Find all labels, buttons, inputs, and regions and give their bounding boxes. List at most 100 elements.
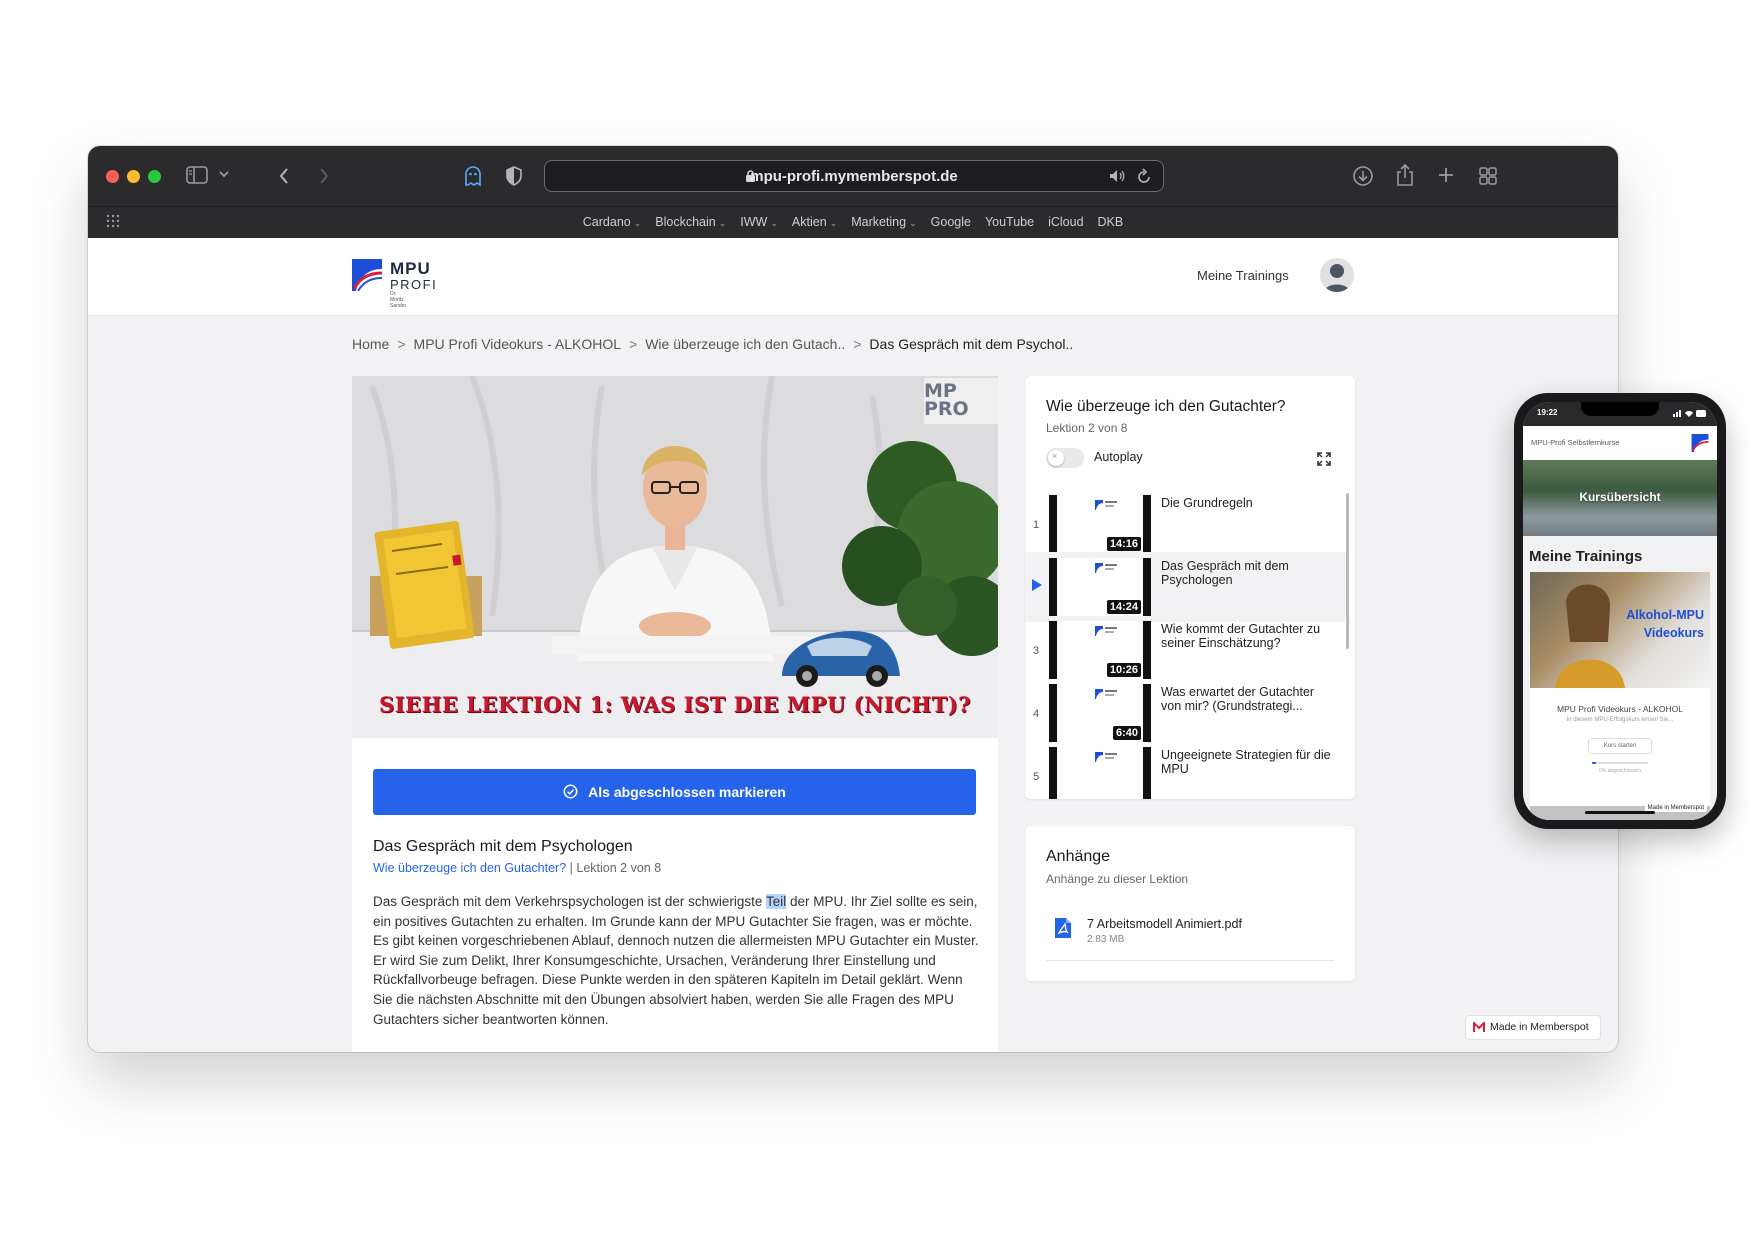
lesson-duration: 6:40	[1112, 726, 1141, 740]
bookmark-google[interactable]: Google	[931, 215, 971, 229]
bookmark-marketing[interactable]: Marketing ⌄	[851, 215, 916, 229]
lesson-thumbnail	[1049, 747, 1151, 799]
phone-course-card[interactable]: Alkohol-MPU Videokurs MPU Profi Videokurs…	[1530, 572, 1710, 820]
bookmark-icloud[interactable]: iCloud	[1048, 215, 1083, 229]
attachment-file-name[interactable]: 7 Arbeitsmodell Animiert.pdf	[1087, 917, 1242, 931]
phone-course-image: Alkohol-MPU Videokurs	[1530, 572, 1710, 688]
thumbnail-logo-icon	[1095, 626, 1117, 636]
phone-logo-icon	[1691, 434, 1709, 452]
zoom-window-button[interactable]	[148, 170, 161, 183]
lesson-item[interactable]: 14:24 Das Gespräch mit dem Psychologen	[1025, 552, 1345, 622]
bookmark-cardano[interactable]: Cardano ⌄	[583, 215, 642, 229]
breadcrumb-home[interactable]: Home	[352, 336, 389, 352]
bookmark-dkb[interactable]: DKB	[1098, 215, 1124, 229]
bookmark-iww[interactable]: IWW ⌄	[740, 215, 778, 229]
attachment-divider	[1046, 960, 1334, 961]
phone-screen: 19:22 MPU-Profi Selbstlernkurse Kursüber…	[1523, 402, 1717, 820]
chevron-down-icon[interactable]	[218, 168, 230, 180]
lesson-item[interactable]: 4 6:40 Was erwartet der Gutachter von mir?…	[1025, 678, 1345, 748]
lesson-duration: 14:24	[1106, 600, 1141, 614]
phone-course-progress-text: 0% abgeschlossen	[1599, 768, 1641, 774]
selected-text: Teil	[765, 894, 787, 909]
speaker-icon[interactable]	[1109, 169, 1127, 188]
video-player[interactable]: MP PRO SIEHE LEKTION 1: WAS IST DIE MPU …	[352, 376, 998, 738]
bookmark-label: iCloud	[1048, 215, 1084, 229]
memberspot-logo-icon	[1473, 1022, 1485, 1032]
bookmark-label: DKB	[1097, 215, 1124, 229]
forward-icon[interactable]	[318, 167, 330, 185]
ghost-extension-icon[interactable]	[463, 165, 483, 187]
logo-subtext: Dr. Moritz Sander	[390, 291, 407, 309]
phone-course-title: Alkohol-MPU Videokurs	[1626, 608, 1704, 640]
attachments-card: Anhänge Anhänge zu dieser Lektion 7 Arbe…	[1025, 826, 1355, 981]
address-bar[interactable]: mpu-profi.mymemberspot.de	[544, 160, 1164, 192]
thumbnail-logo-icon	[1095, 689, 1117, 699]
reload-icon[interactable]	[1137, 168, 1151, 189]
video-watermark: MP PRO	[924, 378, 998, 424]
breadcrumb-course[interactable]: MPU Profi Videokurs - ALKOHOL	[414, 336, 621, 352]
attachment-file-size: 2.83 MB	[1087, 934, 1125, 945]
thumbnail-logo-icon	[1095, 752, 1117, 762]
shield-icon[interactable]	[505, 166, 523, 186]
lesson-duration: 14:16	[1106, 537, 1141, 551]
playlist-scrollbar[interactable]	[1346, 493, 1349, 649]
new-tab-icon[interactable]	[1437, 166, 1455, 184]
chevron-down-icon: ⌄	[633, 218, 642, 228]
minimize-window-button[interactable]	[127, 170, 140, 183]
phone-course-name: MPU Profi Videokurs - ALKOHOL	[1557, 704, 1683, 714]
breadcrumb-module[interactable]: Wie überzeuge ich den Gutach..	[645, 336, 845, 352]
made-in-memberspot-badge[interactable]: Made in Memberspot	[1465, 1015, 1601, 1040]
tab-overview-icon[interactable]	[1478, 166, 1498, 186]
share-icon[interactable]	[1395, 163, 1415, 187]
phone-app-title: MPU-Profi Selbstlernkurse	[1531, 438, 1620, 447]
bookmark-aktien[interactable]: Aktien ⌄	[792, 215, 837, 229]
thumbnail-logo-icon	[1095, 563, 1117, 573]
phone-notch	[1581, 402, 1659, 416]
user-icon	[1324, 264, 1350, 292]
avatar[interactable]	[1320, 258, 1354, 292]
lesson-thumbnail: 14:16	[1049, 495, 1151, 553]
module-playlist: Wie überzeuge ich den Gutachter? Lektion…	[1025, 376, 1355, 799]
lesson-item-title: Ungeeignete Strategien für die MPU	[1161, 748, 1331, 776]
phone-app-header: MPU-Profi Selbstlernkurse	[1523, 426, 1717, 460]
apps-grid-icon[interactable]	[106, 214, 120, 233]
phone-status-bar: 19:22	[1523, 402, 1717, 426]
phone-course-progress	[1592, 762, 1648, 764]
download-icon[interactable]	[1352, 165, 1374, 187]
chevron-down-icon: ⌄	[718, 218, 727, 228]
lesson-description: Das Gespräch mit dem Verkehrspsychologen…	[373, 892, 983, 1029]
lesson-body-part1: Das Gespräch mit dem Verkehrspsychologen…	[373, 894, 766, 909]
lesson-meta: Wie überzeuge ich den Gutachter? | Lekti…	[373, 861, 662, 875]
close-window-button[interactable]	[106, 170, 119, 183]
pdf-file-icon	[1054, 917, 1072, 944]
lesson-thumbnail: 6:40	[1049, 684, 1151, 742]
lesson-position: Lektion 2 von 8	[576, 861, 662, 875]
lesson-content: MP PRO SIEHE LEKTION 1: WAS IST DIE MPU …	[352, 376, 998, 1052]
phone-start-course-button[interactable]: Kurs starten	[1588, 738, 1652, 754]
logo-text-mpu: MPU	[390, 259, 431, 278]
lesson-number: 5	[1033, 771, 1040, 783]
playlist-title: Wie überzeuge ich den Gutachter?	[1046, 398, 1286, 415]
bookmark-blockchain[interactable]: Blockchain ⌄	[655, 215, 726, 229]
lesson-thumbnail: 10:26	[1049, 621, 1151, 679]
bookmark-label: IWW	[740, 215, 768, 229]
site-header: MPU PROFI Dr. Moritz Sander Meine Traini…	[88, 238, 1618, 316]
phone-home-indicator	[1585, 811, 1655, 814]
phone-mockup: 19:22 MPU-Profi Selbstlernkurse Kursüber…	[1514, 393, 1726, 829]
site-logo[interactable]: MPU PROFI Dr. Moritz Sander	[352, 259, 436, 309]
bookmarks-bar: Cardano ⌄ Blockchain ⌄ IWW ⌄ Aktien ⌄ Marketing ⌄…	[88, 206, 1618, 238]
lesson-item[interactable]: 1 14:16 Die Grundregeln	[1025, 489, 1345, 559]
lesson-item[interactable]: 3 10:26 Wie kommt der Gutachter zu seiner …	[1025, 615, 1345, 685]
module-link[interactable]: Wie überzeuge ich den Gutachter?	[373, 861, 566, 875]
nav-meine-trainings[interactable]: Meine Trainings	[1197, 268, 1289, 283]
bookmark-youtube[interactable]: YouTube	[985, 215, 1034, 229]
lesson-duration: 10:26	[1106, 663, 1141, 677]
lesson-item[interactable]: 5 Ungeeignete Strategien für die MPU	[1025, 741, 1345, 799]
logo-icon	[352, 259, 383, 292]
check-circle-icon	[563, 784, 578, 799]
back-icon[interactable]	[278, 167, 290, 185]
expand-icon[interactable]	[1317, 452, 1331, 471]
thumbnail-logo-icon	[1095, 500, 1117, 510]
mark-complete-button[interactable]: Als abgeschlossen markieren	[373, 769, 976, 815]
sidebar-toggle-icon[interactable]	[186, 166, 208, 184]
